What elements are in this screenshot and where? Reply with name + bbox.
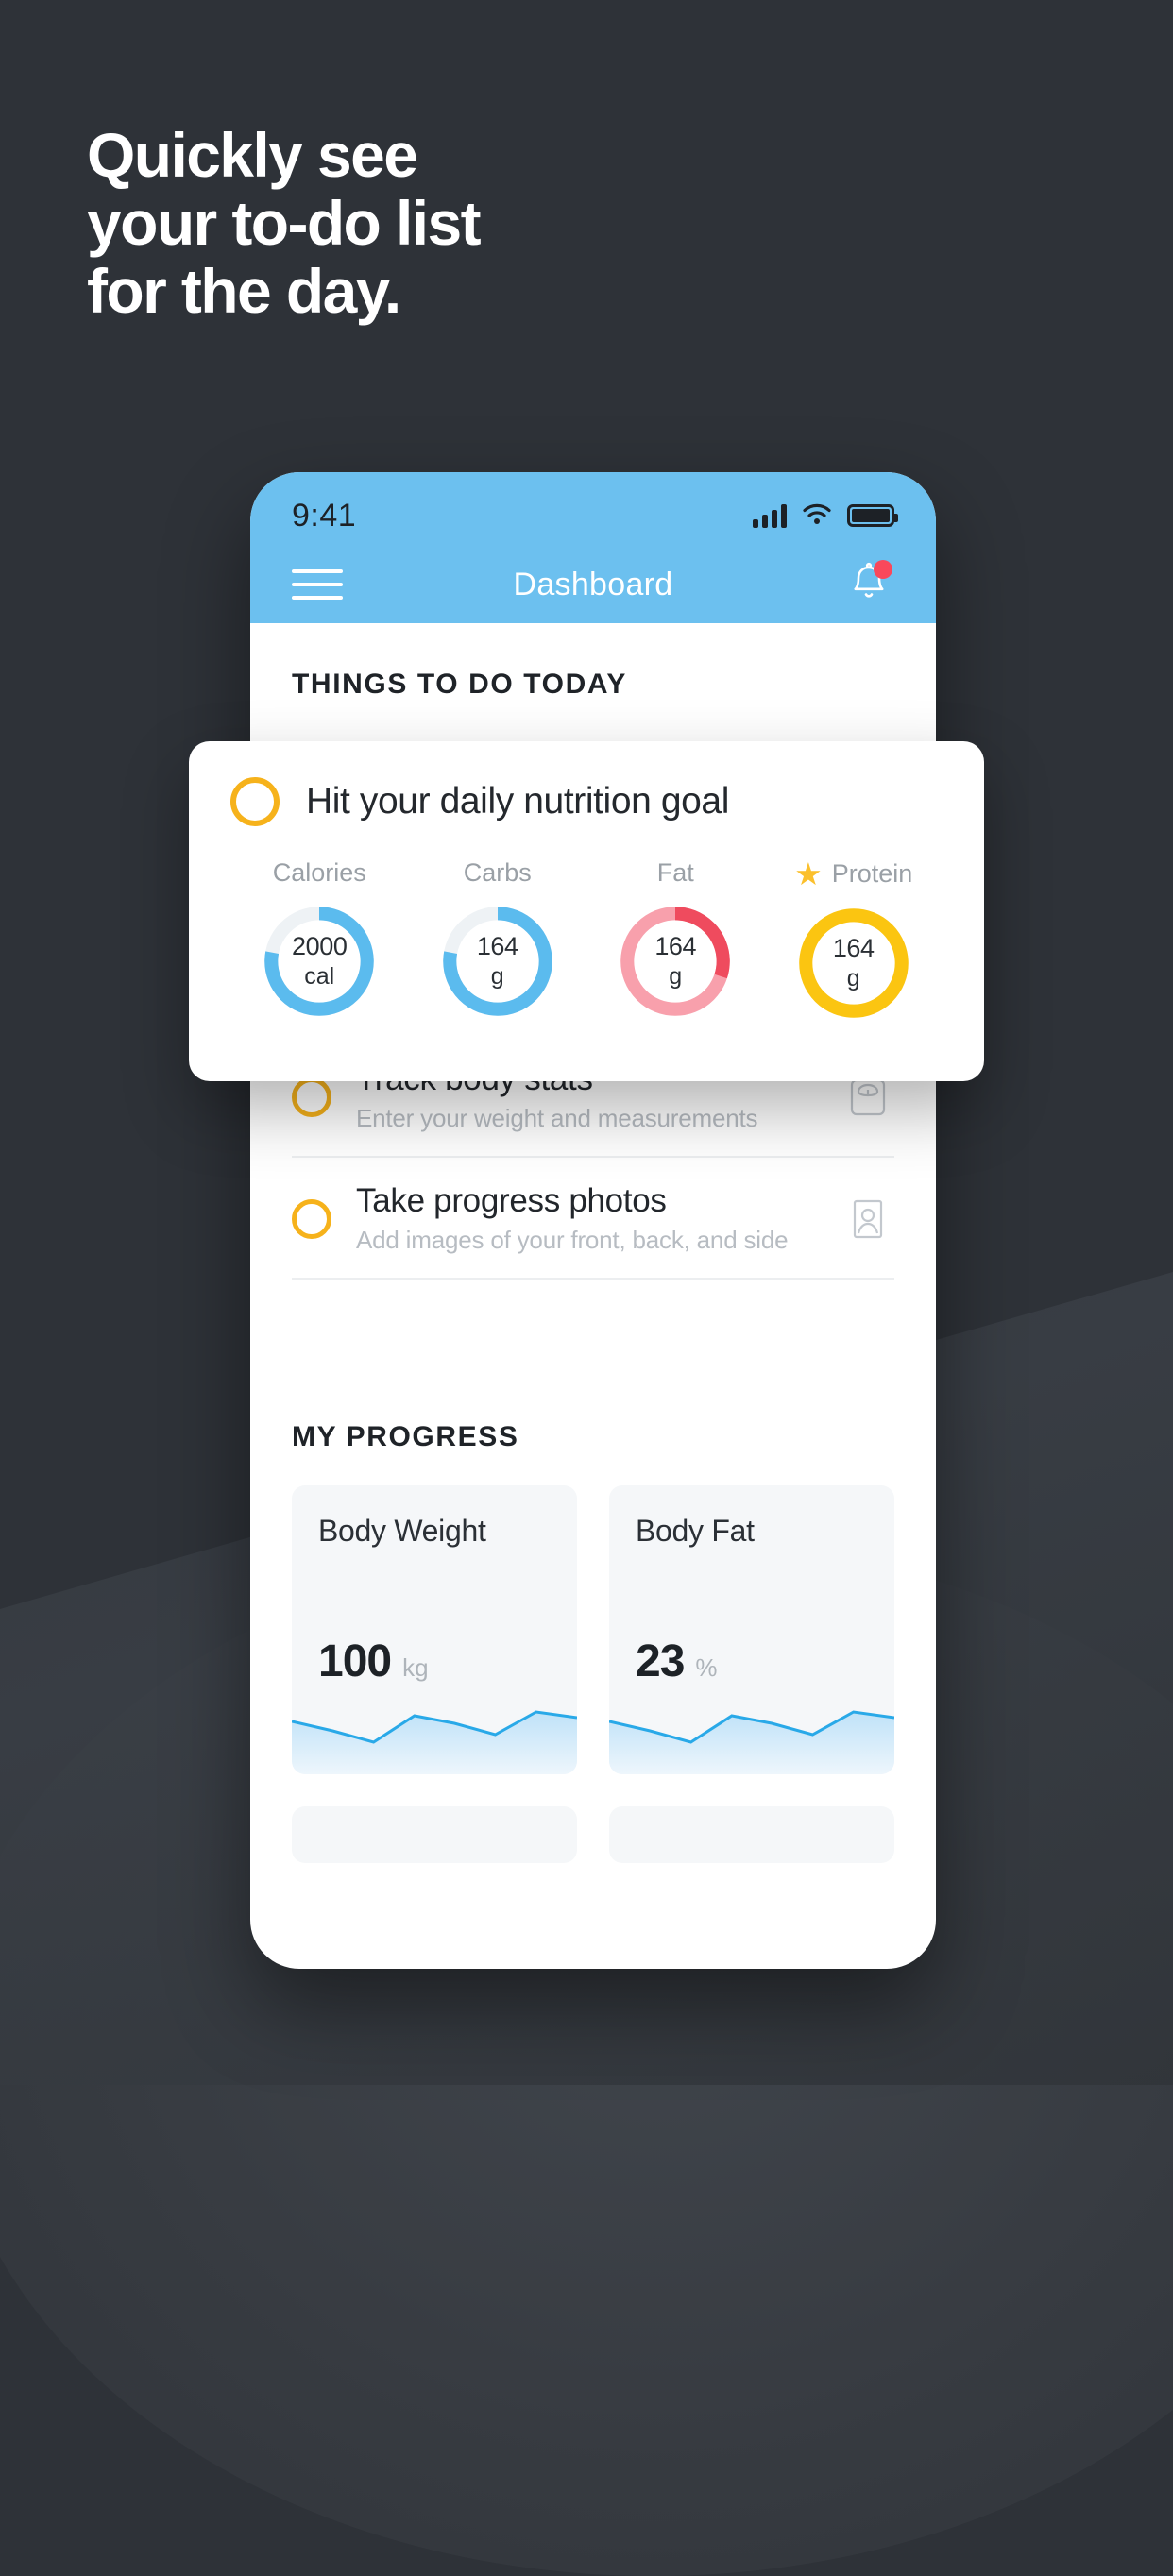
- section-title-progress: MY PROGRESS: [292, 1421, 519, 1452]
- progress-card-unit: %: [695, 1653, 718, 1682]
- headline-line-3: for the day.: [87, 256, 401, 326]
- nutrition-checkbox-ring[interactable]: [230, 777, 280, 826]
- app-navbar: Dashboard: [250, 546, 936, 623]
- macro-value-group: 164 g: [617, 903, 734, 1020]
- nutrition-card-title: Hit your daily nutrition goal: [306, 781, 729, 822]
- progress-card-value: 100: [318, 1636, 392, 1686]
- task-checkbox-ring[interactable]: [292, 1198, 332, 1239]
- progress-card-title: Body Weight: [318, 1514, 486, 1548]
- task-row[interactable]: Take progress photos Add images of your …: [292, 1158, 894, 1280]
- wifi-icon: [802, 501, 832, 531]
- notification-badge-dot: [874, 560, 892, 579]
- macro-value-group: 164 g: [439, 903, 556, 1020]
- macro-value: 164: [654, 932, 697, 960]
- macro-progress-ring: 164 g: [795, 905, 912, 1022]
- status-bar: 9:41: [250, 472, 936, 546]
- macro-progress-ring: 164 g: [439, 903, 556, 1020]
- headline-line-1: Quickly see: [87, 120, 418, 190]
- macro-label: Protein: [831, 859, 913, 888]
- page-title: Dashboard: [513, 566, 673, 602]
- task-subtitle: Add images of your front, back, and side: [356, 1226, 789, 1254]
- macro-unit: g: [669, 963, 683, 990]
- macro-label-group: ★ Protein: [794, 858, 912, 890]
- macro-ring-group: Calories 2000 cal Carbs 164 g Fat 164 g …: [230, 858, 943, 1022]
- battery-full-icon: [847, 504, 898, 527]
- task-text-group: Take progress photos Add images of your …: [356, 1182, 817, 1255]
- headline-line-2: your to-do list: [87, 188, 482, 258]
- section-title-todo: THINGS TO DO TODAY: [292, 669, 627, 700]
- progress-card-partial[interactable]: [292, 1806, 577, 1863]
- progress-card-partial[interactable]: [609, 1806, 894, 1863]
- progress-card-value-group: 23 %: [636, 1635, 718, 1687]
- macro-protein[interactable]: ★ Protein 164 g: [765, 858, 944, 1022]
- sparkline-chart: [609, 1693, 894, 1774]
- progress-card-unit: kg: [402, 1653, 429, 1682]
- macro-value-group: 164 g: [795, 905, 912, 1022]
- task-subtitle: Enter your weight and measurements: [356, 1104, 758, 1132]
- phone-mockup: 9:41 Dashboard THINGS TO DO TODAY Runnin…: [250, 472, 936, 1969]
- macro-value: 2000: [292, 932, 348, 960]
- macro-value: 164: [476, 932, 518, 960]
- macro-progress-ring: 164 g: [617, 903, 734, 1020]
- macro-progress-ring: 2000 cal: [261, 903, 378, 1020]
- status-clock: 9:41: [292, 497, 357, 534]
- macro-value: 164: [832, 934, 875, 962]
- macro-carbs[interactable]: Carbs 164 g: [409, 858, 587, 1022]
- status-icons: [753, 501, 898, 531]
- nutrition-goal-card[interactable]: Hit your daily nutrition goal Calories 2…: [189, 741, 984, 1081]
- star-icon: ★: [794, 856, 823, 891]
- hamburger-menu-icon[interactable]: [292, 569, 343, 600]
- promo-headline: Quickly see your to-do list for the day.: [87, 120, 482, 326]
- nutrition-card-header: Hit your daily nutrition goal: [230, 777, 943, 826]
- person-photo-icon: [842, 1193, 894, 1246]
- progress-card-body-fat[interactable]: Body Fat 23 %: [609, 1485, 894, 1774]
- task-checkbox-ring[interactable]: [292, 1076, 332, 1117]
- task-title: Take progress photos: [356, 1182, 667, 1219]
- macro-value-group: 2000 cal: [261, 903, 378, 1020]
- progress-card-body-weight[interactable]: Body Weight 100 kg: [292, 1485, 577, 1774]
- progress-card-value-group: 100 kg: [318, 1635, 429, 1687]
- macro-label: Fat: [656, 858, 694, 887]
- macro-unit: cal: [304, 963, 335, 990]
- macro-unit: g: [846, 965, 860, 991]
- progress-card-value: 23: [636, 1636, 685, 1686]
- sparkline-chart: [292, 1693, 577, 1774]
- macro-label: Carbs: [463, 858, 532, 887]
- signal-bars-icon: [753, 503, 787, 528]
- macro-label: Calories: [272, 858, 366, 887]
- macro-calories[interactable]: Calories 2000 cal: [230, 858, 409, 1022]
- macro-fat[interactable]: Fat 164 g: [586, 858, 765, 1022]
- notification-bell-icon[interactable]: [843, 559, 894, 610]
- progress-card-grid: Body Weight 100 kg Body Fat 23 %: [292, 1485, 894, 1863]
- progress-card-title: Body Fat: [636, 1514, 755, 1548]
- macro-unit: g: [490, 963, 504, 990]
